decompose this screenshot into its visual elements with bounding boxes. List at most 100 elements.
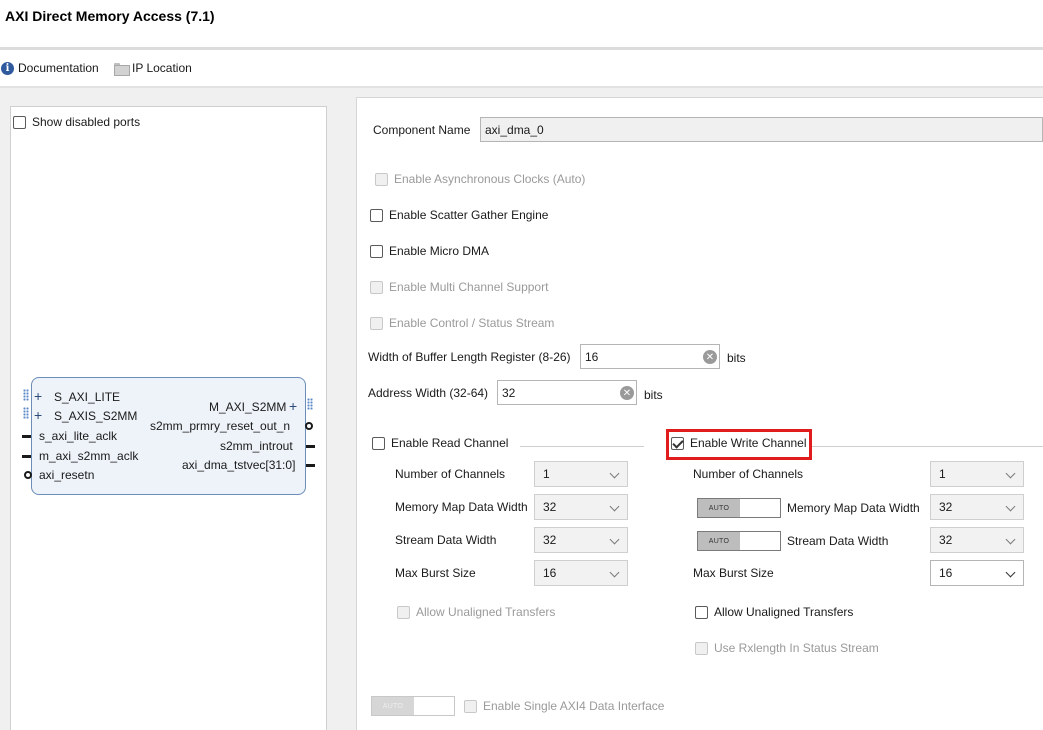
checkbox-checked-icon[interactable] [671, 436, 684, 450]
expand-plus-icon[interactable]: + [289, 398, 297, 414]
port-s-axi-lite-aclk: s_axi_lite_aclk [39, 429, 118, 443]
write-unaligned-label: Allow Unaligned Transfers [714, 605, 854, 619]
enable-multi-channel-checkbox[interactable]: Enable Multi Channel Support [370, 280, 548, 294]
component-name-label: Component Name [373, 123, 471, 137]
port-m-axi-s2mm-aclk: m_axi_s2mm_aclk [39, 449, 139, 463]
checkbox-icon[interactable] [370, 244, 383, 258]
checkbox-icon[interactable] [370, 208, 383, 222]
configuration-panel [356, 97, 1043, 730]
checkbox-icon[interactable] [370, 316, 383, 330]
write-mm-auto-toggle[interactable]: AUTO [697, 498, 781, 518]
read-max-burst-label: Max Burst Size [395, 566, 476, 580]
checkbox-icon[interactable] [695, 641, 708, 655]
ip-location-link[interactable]: IP Location [114, 61, 192, 76]
port-s-axis-s2mm: S_AXIS_S2MM [54, 409, 138, 423]
read-num-channels-label: Number of Channels [395, 467, 506, 481]
enable-read-channel-label: Enable Read Channel [391, 436, 509, 450]
write-mm-data-width-select[interactable]: 32 [930, 494, 1024, 520]
port-axi-dma-tstvec: axi_dma_tstvec[31:0] [182, 458, 296, 472]
port-pin [306, 445, 315, 448]
read-unaligned-label: Allow Unaligned Transfers [416, 605, 556, 619]
chevron-down-icon [609, 468, 620, 479]
read-mm-data-width-value: 32 [543, 500, 557, 514]
expand-plus-icon[interactable]: + [34, 388, 42, 404]
chevron-down-icon [609, 534, 620, 545]
group-divider [812, 446, 1043, 447]
component-name-input[interactable]: axi_dma_0 [480, 117, 1043, 142]
chevron-down-icon [1005, 468, 1016, 479]
single-axi4-auto-toggle[interactable]: AUTO [371, 696, 455, 716]
show-disabled-ports-checkbox[interactable]: Show disabled ports [13, 115, 140, 129]
enable-write-channel-checkbox[interactable]: Enable Write Channel [671, 436, 807, 450]
write-num-channels-value: 1 [939, 467, 946, 481]
expand-plus-icon[interactable]: + [34, 407, 42, 423]
write-rxlength-checkbox[interactable]: Use Rxlength In Status Stream [695, 641, 879, 655]
read-stream-data-width-select[interactable]: 32 [534, 527, 628, 553]
buffer-length-input[interactable]: 16 [580, 344, 720, 369]
checkbox-icon[interactable] [464, 699, 477, 713]
read-mm-data-width-select[interactable]: 32 [534, 494, 628, 520]
write-stream-data-width-value: 32 [939, 533, 953, 547]
buffer-length-unit: bits [727, 351, 746, 365]
port-s2mm-prmry-reset-out-n: s2mm_prmry_reset_out_n [150, 419, 291, 433]
checkbox-icon[interactable] [370, 280, 383, 294]
show-disabled-ports-label: Show disabled ports [32, 115, 141, 129]
enable-read-channel-checkbox[interactable]: Enable Read Channel [372, 436, 508, 450]
port-pin-inverted [24, 471, 32, 479]
checkbox-icon[interactable] [13, 115, 26, 129]
write-num-channels-label: Number of Channels [693, 467, 804, 481]
enable-async-clocks-checkbox[interactable]: Enable Asynchronous Clocks (Auto) [375, 172, 585, 186]
component-name-value: axi_dma_0 [485, 122, 544, 137]
address-width-label: Address Width (32-64) [368, 386, 489, 400]
clear-icon[interactable]: ✕ [620, 386, 634, 400]
write-stream-data-width-select[interactable]: 32 [930, 527, 1024, 553]
group-divider [520, 446, 644, 447]
ip-location-label: IP Location [132, 61, 192, 75]
single-axi4-checkbox[interactable]: Enable Single AXI4 Data Interface [464, 699, 664, 713]
clear-icon[interactable]: ✕ [703, 350, 717, 364]
write-stream-data-width-label: Stream Data Width [787, 534, 889, 548]
port-pin [22, 435, 31, 438]
read-max-burst-value: 16 [543, 566, 557, 580]
write-unaligned-checkbox[interactable]: Allow Unaligned Transfers [695, 605, 853, 619]
port-pin [306, 464, 315, 467]
port-m-axi-s2mm: M_AXI_S2MM [209, 400, 287, 414]
read-unaligned-checkbox[interactable]: Allow Unaligned Transfers [397, 605, 555, 619]
bus-marker-icon [23, 389, 29, 401]
write-rxlength-label: Use Rxlength In Status Stream [714, 641, 879, 655]
auto-toggle-knob: AUTO [698, 532, 740, 550]
write-max-burst-label: Max Burst Size [693, 566, 774, 580]
bus-marker-icon [307, 398, 313, 410]
enable-scatter-gather-checkbox[interactable]: Enable Scatter Gather Engine [370, 208, 548, 222]
address-width-input[interactable]: 32 [497, 380, 637, 405]
write-num-channels-select[interactable]: 1 [930, 461, 1024, 487]
enable-multi-channel-label: Enable Multi Channel Support [389, 280, 549, 294]
checkbox-icon[interactable] [695, 605, 708, 619]
page-title: AXI Direct Memory Access (7.1) [5, 8, 215, 24]
port-s2mm-introut: s2mm_introut [220, 439, 293, 453]
divider [0, 86, 1043, 88]
address-width-value: 32 [502, 385, 516, 400]
buffer-length-value: 16 [585, 349, 599, 364]
checkbox-icon[interactable] [372, 436, 385, 450]
enable-write-channel-label: Enable Write Channel [690, 436, 807, 450]
read-mm-data-width-label: Memory Map Data Width [395, 500, 528, 514]
single-axi4-label: Enable Single AXI4 Data Interface [483, 699, 665, 713]
read-max-burst-select[interactable]: 16 [534, 560, 628, 586]
enable-control-status-label: Enable Control / Status Stream [389, 316, 555, 330]
checkbox-icon[interactable] [397, 605, 410, 619]
chevron-down-icon [609, 501, 620, 512]
enable-micro-dma-checkbox[interactable]: Enable Micro DMA [370, 244, 489, 258]
chevron-down-icon [609, 567, 620, 578]
write-stream-auto-toggle[interactable]: AUTO [697, 531, 781, 551]
read-num-channels-select[interactable]: 1 [534, 461, 628, 487]
write-max-burst-select[interactable]: 16 [930, 560, 1024, 586]
port-s-axi-lite: S_AXI_LITE [54, 390, 121, 404]
port-pin [22, 455, 31, 458]
enable-control-status-checkbox[interactable]: Enable Control / Status Stream [370, 316, 554, 330]
read-num-channels-value: 1 [543, 467, 550, 481]
read-stream-data-width-label: Stream Data Width [395, 533, 497, 547]
checkbox-icon[interactable] [375, 172, 388, 186]
documentation-link[interactable]: i Documentation [1, 61, 99, 75]
info-icon: i [1, 61, 14, 75]
